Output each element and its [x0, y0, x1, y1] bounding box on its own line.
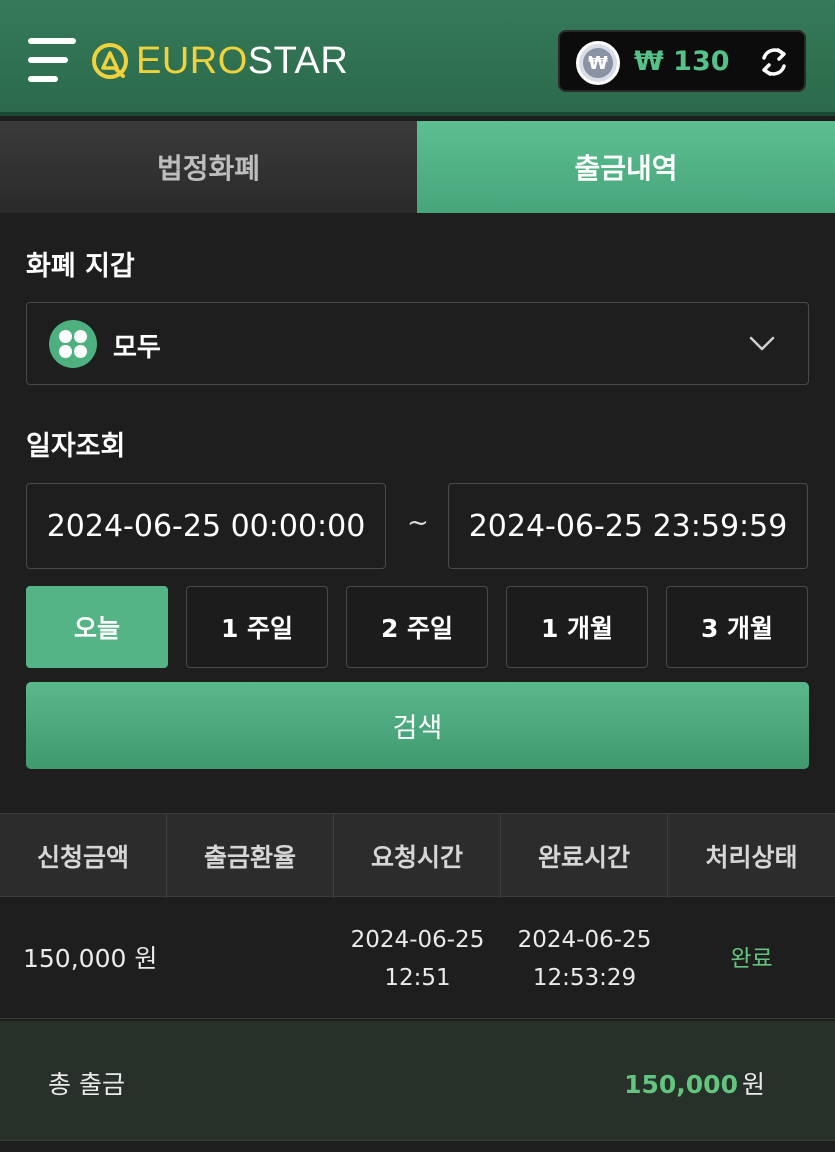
tab-withdraw-history[interactable]: 출금내역	[417, 121, 835, 213]
logo[interactable]: EUROSTAR	[90, 38, 348, 84]
total-label: 총 출금	[48, 1070, 125, 1099]
search-button[interactable]: 검색	[26, 682, 809, 769]
balance-value: ₩ 130	[634, 46, 730, 77]
column-header-amount: 신청금액	[0, 814, 167, 898]
table-row: 150,000 원 2024-06-25 12:51 2024-06-25 12…	[0, 898, 835, 1019]
start-date-input[interactable]: 2024-06-25 00:00:00	[26, 483, 386, 569]
total-unit: 원	[741, 1070, 765, 1099]
total-amount: 150,000 원	[624, 1065, 765, 1101]
range-1-week-button[interactable]: 1 주일	[186, 586, 328, 668]
total-value: 150,000	[624, 1070, 738, 1099]
cell-request-time: 2024-06-25 12:51	[334, 898, 501, 1019]
range-today-button[interactable]: 오늘	[26, 586, 168, 668]
column-header-complete-time: 완료시간	[501, 814, 668, 898]
cell-amount: 150,000 원	[23, 943, 158, 973]
complete-time: 12:53:29	[532, 964, 637, 991]
cell-complete-time: 2024-06-25 12:53:29	[501, 898, 668, 1019]
wallet-select[interactable]: 모두	[26, 302, 809, 385]
logo-star-text: STAR	[247, 39, 349, 82]
total-row: 총 출금 150,000 원	[0, 1021, 835, 1141]
date-search-label: 일자조회	[26, 431, 126, 462]
refresh-icon[interactable]	[756, 44, 792, 80]
complete-date: 2024-06-25	[517, 926, 652, 953]
column-header-status: 처리상태	[705, 843, 798, 872]
range-3-months-button[interactable]: 3 개월	[666, 586, 808, 668]
cell-status: 완료	[730, 945, 773, 972]
wallet-label: 화폐 지갑	[26, 251, 135, 282]
chevron-down-icon	[749, 336, 775, 351]
all-wallets-icon	[49, 320, 97, 368]
end-date-input[interactable]: 2024-06-25 23:59:59	[448, 483, 808, 569]
wallet-select-value: 모두	[113, 333, 161, 363]
logo-euro-text: EURO	[136, 39, 248, 82]
tab-bar: 법정화폐 출금내역	[0, 121, 835, 213]
column-header-rate: 출금환율	[167, 814, 334, 898]
balance-box: ₩ ₩ 130	[558, 30, 806, 92]
menu-icon[interactable]	[28, 38, 76, 84]
tab-fiat[interactable]: 법정화폐	[0, 121, 417, 213]
column-header-request-time: 요청시간	[334, 814, 501, 898]
app-header: EUROSTAR ₩ ₩ 130	[0, 0, 835, 116]
logo-mark-icon	[92, 43, 128, 79]
won-coin-icon: ₩	[576, 41, 620, 85]
request-date: 2024-06-25	[350, 926, 485, 953]
date-separator: ~	[407, 508, 429, 538]
range-1-month-button[interactable]: 1 개월	[506, 586, 648, 668]
cell-rate	[167, 898, 334, 1019]
range-2-weeks-button[interactable]: 2 주일	[346, 586, 488, 668]
request-time: 12:51	[384, 964, 451, 991]
table-header: 신청금액 출금환율 요청시간 완료시간 처리상태	[0, 813, 835, 898]
